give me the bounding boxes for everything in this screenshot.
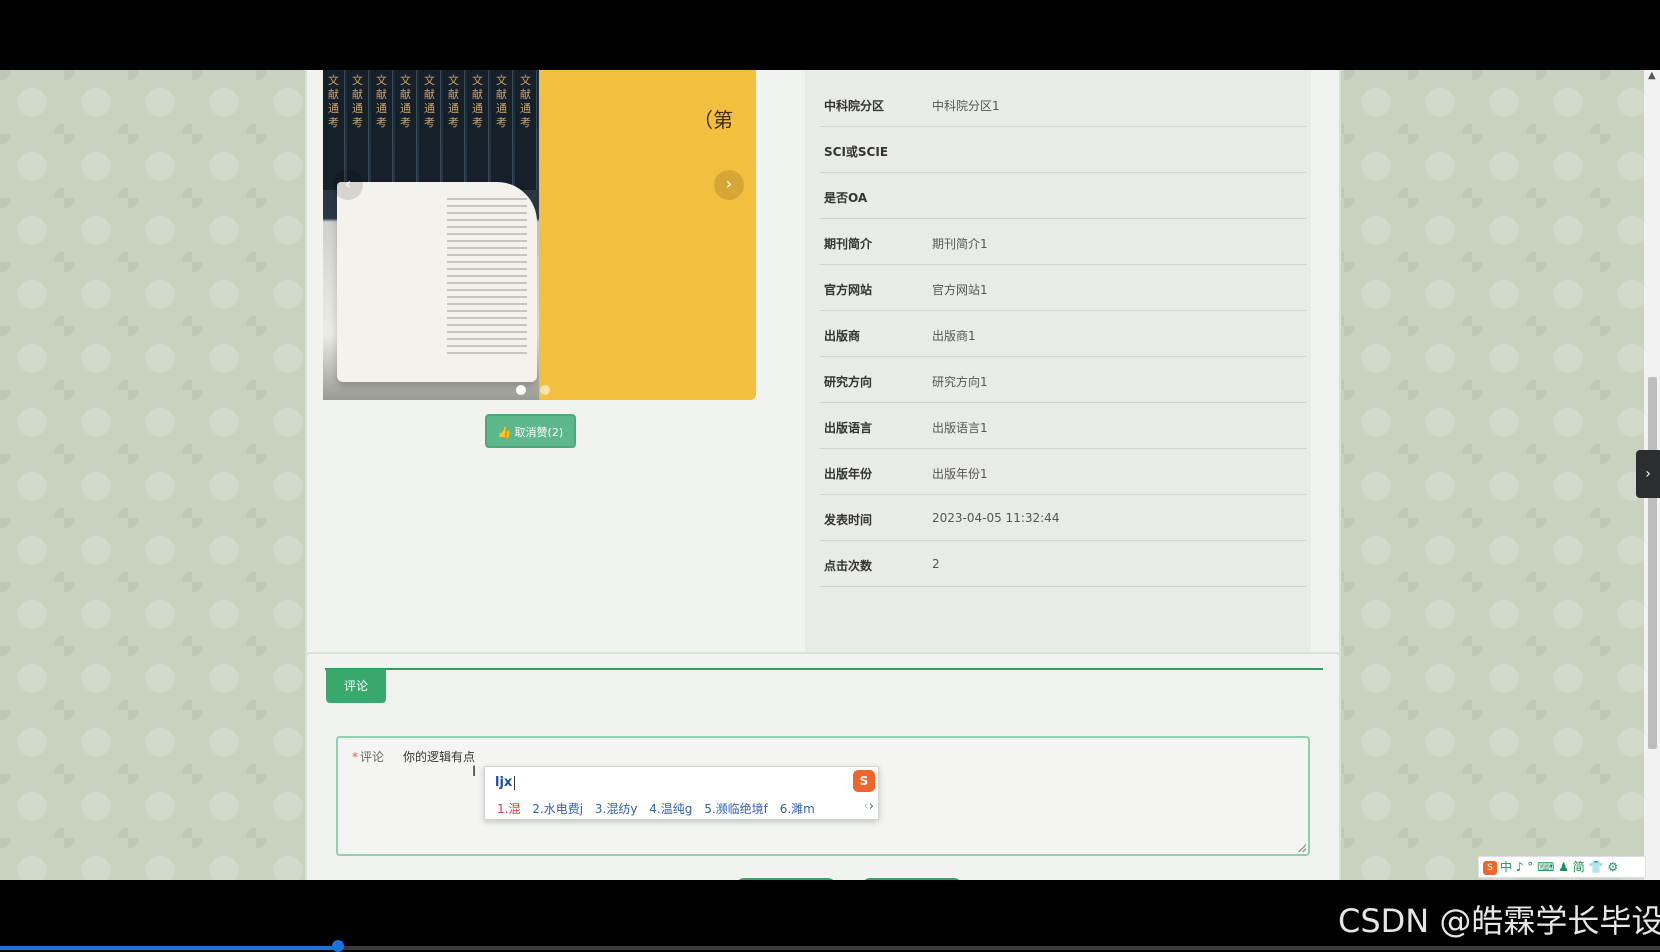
book-spine: 文献通考 <box>515 70 537 190</box>
ime-candidate[interactable]: 2.水电费j <box>532 802 583 816</box>
ime-tray-icons: 中 ♪ ° ⌨ ♟ 简 👕 ⚙ <box>1500 860 1619 874</box>
ime-composition: ljx <box>495 775 516 790</box>
info-label: 中科院分区 <box>824 99 885 113</box>
video-progress-fill <box>0 946 338 950</box>
page-viewport: 文献通考 文献通考 文献通考 文献通考 文献通考 文献通考 文献通考 文献通考 … <box>0 70 1660 880</box>
info-row: 期刊简介 期刊简介1 <box>820 219 1306 265</box>
ime-next-icon[interactable]: › <box>869 799 874 814</box>
thumbs-up-icon: 👍 <box>497 426 512 439</box>
carousel-dot[interactable] <box>516 385 526 395</box>
info-label: 官方网站 <box>824 283 873 297</box>
ime-candidate[interactable]: 6.濉m <box>780 802 815 816</box>
unlike-label: 取消赞(2) <box>514 426 564 439</box>
book-photo: 文献通考 文献通考 文献通考 文献通考 文献通考 文献通考 文献通考 文献通考 … <box>323 70 539 400</box>
info-label: SCI或SCIE <box>824 145 889 159</box>
scroll-up-icon[interactable]: ▲ <box>1648 70 1656 81</box>
ime-status-bar[interactable]: S中 ♪ ° ⌨ ♟ 简 👕 ⚙ <box>1478 856 1646 878</box>
ime-page-nav: ‹› <box>864 799 874 814</box>
info-row: 出版商 出版商1 <box>820 311 1306 357</box>
required-mark: * <box>352 750 358 764</box>
info-label: 发表时间 <box>824 513 873 527</box>
info-row: 是否OA <box>820 173 1306 219</box>
yellow-book-cover: （第 <box>539 70 756 400</box>
info-label: 出版语言 <box>824 421 873 435</box>
info-value: 出版商1 <box>932 329 976 343</box>
info-row: 出版语言 出版语言1 <box>820 403 1306 449</box>
book-spine: 文献通考 <box>467 70 489 190</box>
side-panel-toggle[interactable]: › <box>1636 450 1660 498</box>
comment-label: * 评论 <box>352 748 384 765</box>
book-spine: 文献通考 <box>371 70 393 190</box>
info-value: 2 <box>932 557 940 571</box>
book-spine: 文献通考 <box>491 70 513 190</box>
info-label: 研究方向 <box>824 375 873 389</box>
ime-candidate-list: 1.混 2.水电费j 3.混纺y 4.温纯g 5.濒临绝境f 6.濉m <box>497 800 823 817</box>
ime-candidate[interactable]: 5.濒临绝境f <box>704 802 768 816</box>
text-cursor-icon: I <box>472 764 477 780</box>
tab-comment[interactable]: 评论 <box>326 669 386 703</box>
top-black-bar <box>0 0 1660 70</box>
video-progress-knob[interactable] <box>332 940 344 952</box>
info-row: SCI或SCIE <box>820 127 1306 173</box>
carousel-indicators <box>516 380 564 399</box>
info-value: 出版年份1 <box>932 467 988 481</box>
carousel-dot[interactable] <box>540 385 550 395</box>
image-carousel[interactable]: 文献通考 文献通考 文献通考 文献通考 文献通考 文献通考 文献通考 文献通考 … <box>323 70 756 400</box>
ime-candidate[interactable]: 1.混 <box>497 802 520 816</box>
info-row: 研究方向 研究方向1 <box>820 357 1306 403</box>
carousel-prev-button[interactable]: ‹ <box>333 170 363 200</box>
info-label: 是否OA <box>824 191 868 205</box>
info-label: 点击次数 <box>824 559 873 573</box>
info-row: 官方网站 官方网站1 <box>820 265 1306 311</box>
info-label: 出版年份 <box>824 467 873 481</box>
info-value: 研究方向1 <box>932 375 988 389</box>
info-row: 发表时间 2023-04-05 11:32:44 <box>820 495 1306 541</box>
info-label: 期刊简介 <box>824 237 873 251</box>
ime-logo-icon: S <box>853 770 875 792</box>
ime-candidate[interactable]: 3.混纺y <box>595 802 638 816</box>
comment-label-text: 评论 <box>360 750 385 764</box>
info-value: 出版语言1 <box>932 421 988 435</box>
info-value: 中科院分区1 <box>932 99 1000 113</box>
scrollbar-thumb[interactable] <box>1648 377 1657 749</box>
watermark: CSDN @皓霖学长毕设 <box>1338 902 1660 940</box>
resize-grip-icon[interactable] <box>1298 844 1306 852</box>
ime-caret <box>514 775 516 790</box>
info-value: 期刊简介1 <box>932 237 988 251</box>
ime-candidate[interactable]: 4.温纯g <box>649 802 692 816</box>
unlike-button[interactable]: 👍 取消赞(2) <box>485 414 576 448</box>
info-row: 中科院分区 中科院分区1 <box>820 81 1306 127</box>
tab-underline <box>325 668 1323 670</box>
book-spine: 文献通考 <box>443 70 465 190</box>
ime-tray-logo-icon: S <box>1483 860 1497 875</box>
book-spine: 文献通考 <box>395 70 417 190</box>
cover-text: （第 <box>693 108 733 132</box>
ime-composition-text: ljx <box>495 775 513 790</box>
comment-input-value[interactable]: 你的逻辑有点 <box>403 748 475 765</box>
info-label: 出版商 <box>824 329 861 343</box>
open-book <box>337 182 537 382</box>
carousel-next-button[interactable]: › <box>714 170 744 200</box>
info-row: 点击次数 2 <box>820 541 1306 587</box>
book-spine: 文献通考 <box>419 70 441 190</box>
ime-candidate-popup[interactable]: ljx S 1.混 2.水电费j 3.混纺y 4.温纯g 5.濒临绝境f 6.濉… <box>484 766 879 820</box>
info-value: 2023-04-05 11:32:44 <box>932 511 1060 525</box>
journal-info-table: 中科院分区 中科院分区1 SCI或SCIE 是否OA 期刊简介 期刊简介1 官方网站… <box>820 81 1306 587</box>
info-value: 官方网站1 <box>932 283 988 297</box>
info-row: 出版年份 出版年份1 <box>820 449 1306 495</box>
